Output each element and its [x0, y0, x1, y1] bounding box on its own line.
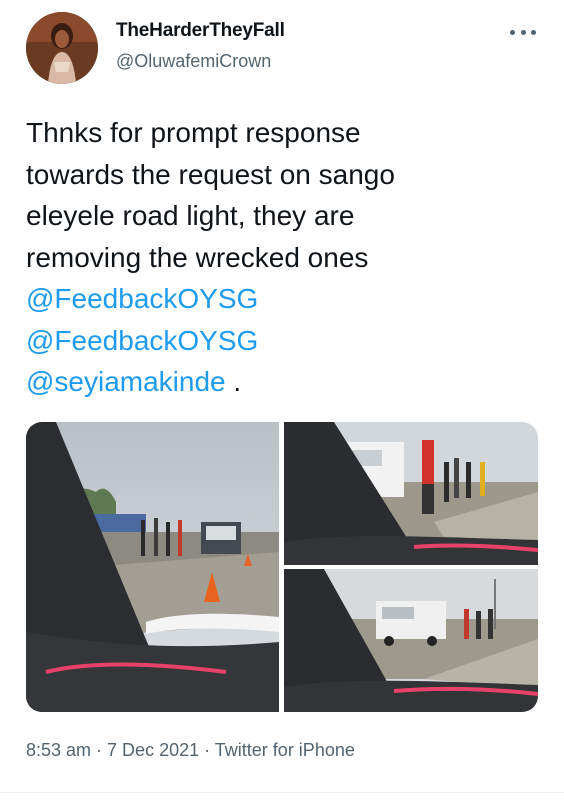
trailing-text: .: [225, 366, 242, 397]
photo-road-workers[interactable]: [26, 422, 279, 712]
tweet-time[interactable]: 8:53 am: [26, 740, 91, 760]
dot: [520, 29, 526, 35]
tweet-date[interactable]: 7 Dec 2021: [107, 740, 199, 760]
tweet-line: towards the request on sango: [26, 158, 395, 190]
mention-link[interactable]: @FeedbackOYSG: [26, 325, 258, 356]
mention-link[interactable]: @FeedbackOYSG: [26, 283, 258, 314]
dot: [510, 29, 515, 35]
author-name[interactable]: TheHarderTheyFall: [116, 20, 285, 42]
tweet-line: removing the wrecked ones: [26, 241, 369, 273]
tweet-meta: 8:53 am · 7 Dec 2021 · Twitter for iPhon…: [26, 740, 355, 761]
mention-link[interactable]: @seyiamakinde: [26, 366, 226, 397]
separator: ·: [199, 740, 215, 760]
more-horizontal-icon[interactable]: [510, 24, 536, 40]
dot: [531, 29, 536, 35]
tweet-line: Thnks for prompt response: [26, 117, 361, 148]
separator: ·: [91, 740, 108, 760]
photo-van-road[interactable]: [284, 569, 538, 712]
tweet-line: eleyele road light, they are: [26, 200, 355, 231]
tweet-text: Thnks for prompt response towards the re…: [26, 112, 546, 403]
photo-van-workers[interactable]: [284, 422, 538, 565]
avatar[interactable]: [26, 12, 98, 84]
author-handle[interactable]: @OluwafemiCrown: [116, 51, 271, 72]
media-grid: [26, 422, 538, 712]
divider: [0, 792, 564, 793]
tweet-source[interactable]: Twitter for iPhone: [215, 740, 355, 760]
